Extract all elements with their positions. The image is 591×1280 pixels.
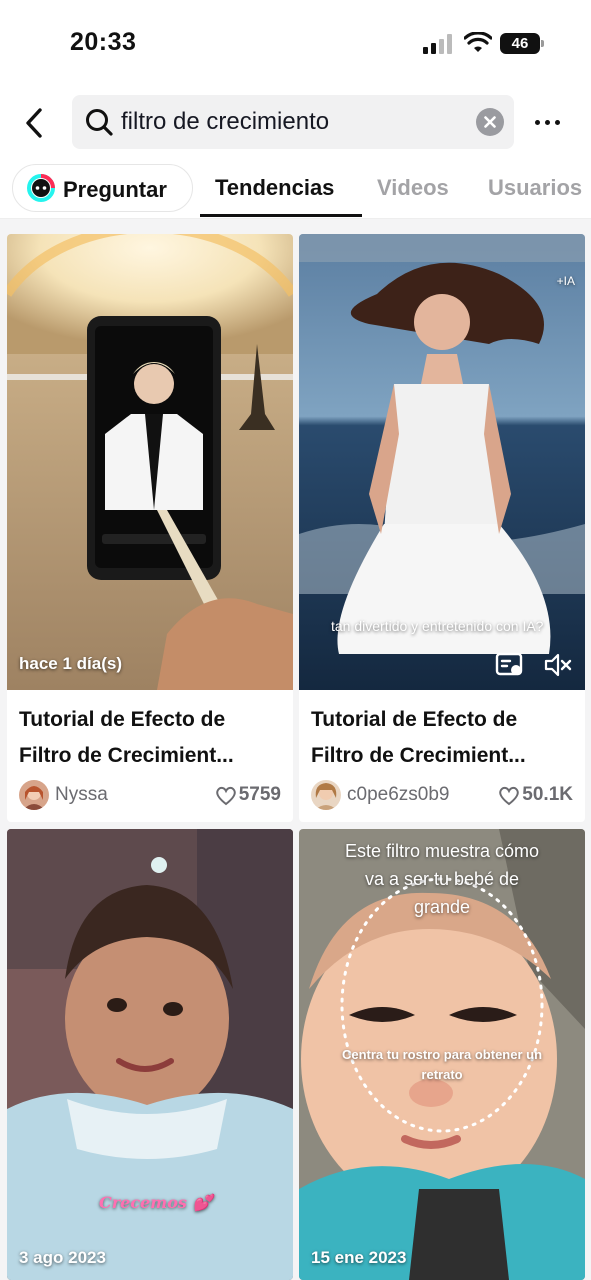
search-input[interactable]: filtro de crecimiento bbox=[72, 95, 514, 149]
avatar[interactable] bbox=[19, 780, 49, 810]
post-date: hace 1 día(s) bbox=[19, 654, 122, 673]
battery-indicator: 46 bbox=[500, 33, 544, 54]
search-icon bbox=[86, 109, 113, 136]
post-date: 3 ago 2023 bbox=[19, 1248, 106, 1267]
search-query-text: filtro de crecimiento bbox=[121, 108, 330, 135]
face-guide-text: Centra tu rostro para obtener un retrato bbox=[299, 1045, 585, 1085]
search-tabs: Preguntar Tendencias Videos Usuarios bbox=[0, 160, 591, 220]
ask-label: Preguntar bbox=[63, 177, 167, 202]
caption-line: Este filtro muestra cómo bbox=[344, 841, 540, 861]
mute-icon[interactable] bbox=[543, 652, 573, 678]
video-thumbnail bbox=[7, 829, 293, 1280]
ask-button[interactable]: Preguntar bbox=[12, 164, 193, 212]
video-title-line: Filtro de Crecimient... bbox=[311, 744, 526, 767]
ai-assistant-icon bbox=[27, 174, 55, 202]
tab-videos[interactable]: Videos bbox=[377, 175, 449, 201]
like-count-value: 5759 bbox=[238, 784, 281, 805]
status-time: 20:33 bbox=[70, 28, 137, 56]
cellular-signal-icon bbox=[423, 34, 453, 54]
like-count: 50.1K bbox=[498, 784, 573, 806]
active-tab-indicator bbox=[200, 214, 362, 217]
video-title-line: Tutorial de Efecto de bbox=[311, 708, 518, 731]
video-caption: Crecemos 💕 bbox=[99, 1193, 213, 1212]
video-title-line: Tutorial de Efecto de bbox=[19, 708, 226, 731]
video-caption: tan divertido y entretenido con IA? bbox=[331, 618, 544, 634]
video-card[interactable]: Crecemos 💕 3 ago 2023 bbox=[7, 829, 293, 1280]
post-date: 15 ene 2023 bbox=[311, 1248, 407, 1267]
video-card[interactable]: +IA tan divertido y entretenido con IA? … bbox=[299, 234, 585, 822]
video-meta: c0pe6zs0b9 50.1K bbox=[311, 780, 573, 812]
clear-search-button[interactable] bbox=[476, 108, 504, 136]
author-name[interactable]: c0pe6zs0b9 bbox=[347, 784, 449, 806]
heart-icon bbox=[215, 786, 236, 806]
video-title: Tutorial de Efecto de Filtro de Crecimie… bbox=[311, 702, 576, 774]
more-options-icon[interactable] bbox=[532, 108, 564, 136]
like-count-value: 50.1K bbox=[522, 784, 573, 805]
captions-icon[interactable] bbox=[495, 652, 525, 678]
video-meta: Nyssa 5759 bbox=[19, 780, 281, 812]
like-count: 5759 bbox=[215, 784, 281, 806]
wifi-icon bbox=[464, 32, 492, 52]
video-card[interactable]: hace 1 día(s) Tutorial de Efecto de Filt… bbox=[7, 234, 293, 822]
video-title-line: Filtro de Crecimient... bbox=[19, 744, 234, 767]
author-name[interactable]: Nyssa bbox=[55, 784, 108, 806]
corner-tag: +IA bbox=[556, 274, 575, 288]
heart-icon bbox=[499, 786, 520, 806]
video-card[interactable]: Este filtro muestra cómo va a ser tu beb… bbox=[299, 829, 585, 1280]
guide-line: retrato bbox=[421, 1067, 463, 1082]
tab-trending[interactable]: Tendencias bbox=[215, 175, 334, 201]
caption-line: va a ser tu bebé de bbox=[364, 869, 520, 889]
video-thumbnail bbox=[7, 234, 293, 690]
tab-users[interactable]: Usuarios bbox=[488, 175, 582, 201]
close-icon bbox=[484, 116, 496, 128]
avatar[interactable] bbox=[311, 780, 341, 810]
guide-line: Centra tu rostro para obtener un bbox=[341, 1047, 543, 1062]
back-arrow-icon[interactable] bbox=[20, 106, 50, 140]
video-title: Tutorial de Efecto de Filtro de Crecimie… bbox=[19, 702, 284, 774]
caption-line: grande bbox=[413, 897, 471, 917]
video-caption: Este filtro muestra cómo va a ser tu beb… bbox=[299, 837, 585, 921]
status-bar: 20:33 46 bbox=[0, 0, 591, 88]
